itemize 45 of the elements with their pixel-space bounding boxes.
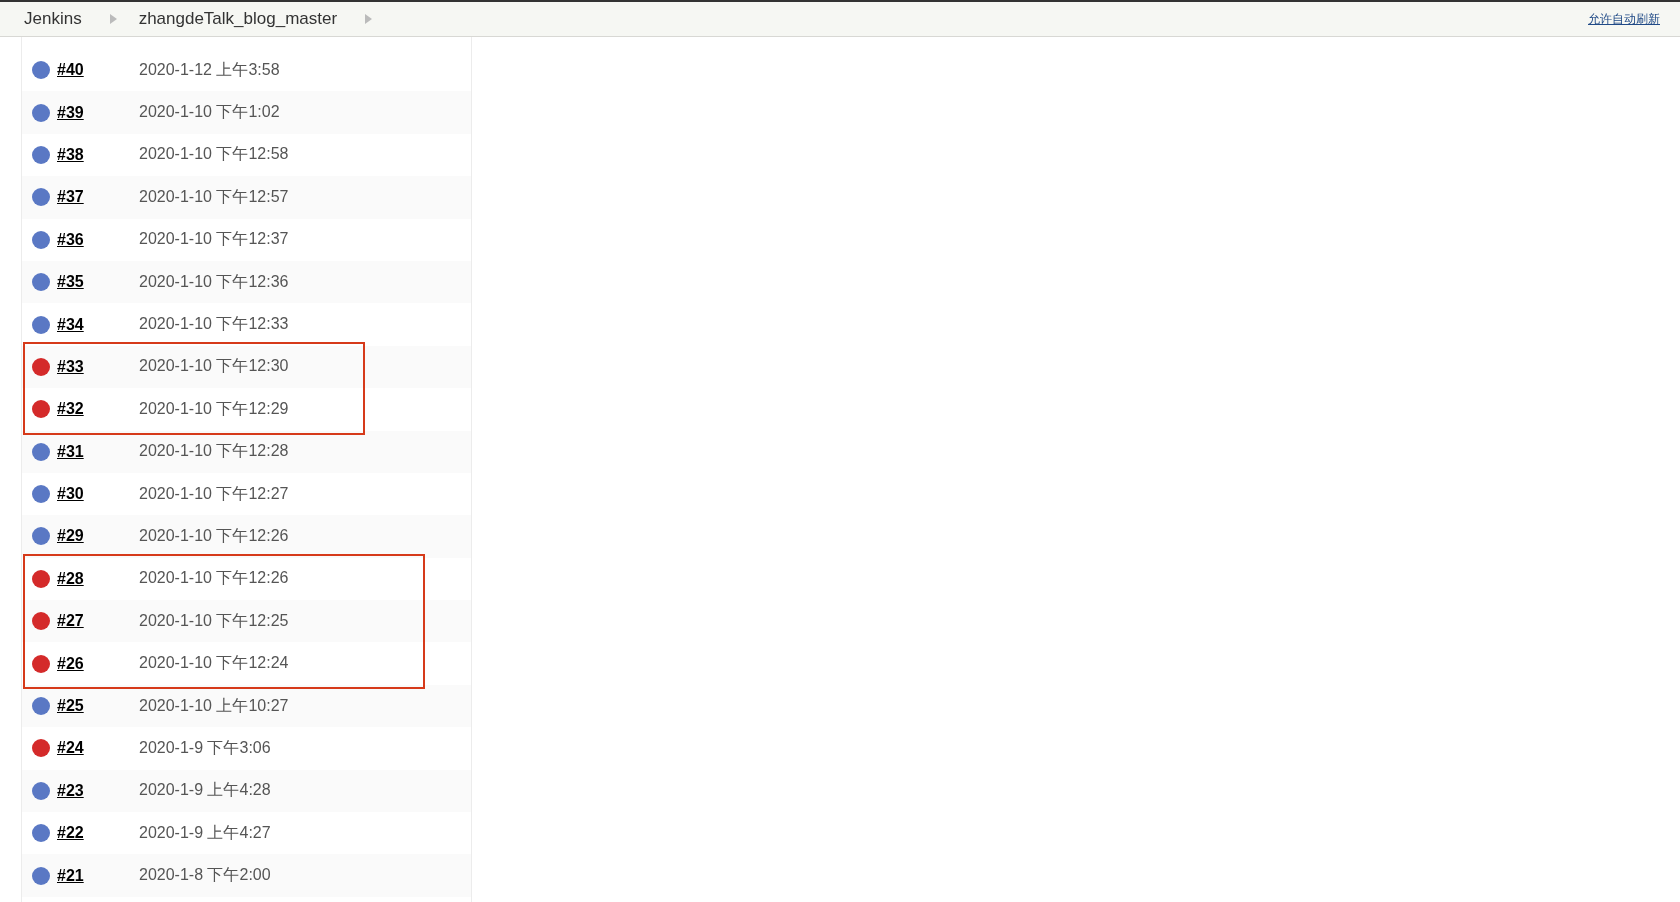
build-number-link[interactable]: #21 [57, 866, 139, 885]
build-time: 2020-1-10 下午12:26 [139, 568, 289, 589]
build-time: 2020-1-9 上午4:28 [139, 780, 271, 801]
caret-icon[interactable] [109, 14, 117, 24]
build-time: 2020-1-10 上午10:27 [139, 695, 289, 716]
build-number-link[interactable]: #27 [57, 612, 139, 631]
build-number-link[interactable]: #35 [57, 273, 139, 292]
build-number-link[interactable]: #36 [57, 230, 139, 249]
build-number-link[interactable]: #22 [57, 824, 139, 843]
build-number-link[interactable]: #32 [57, 400, 139, 419]
build-time: 2020-1-10 下午1:02 [139, 102, 280, 123]
build-time: 2020-1-10 下午12:29 [139, 398, 289, 419]
build-time: 2020-1-10 下午12:58 [139, 144, 289, 165]
build-time: 2020-1-10 下午12:27 [139, 483, 289, 504]
breadcrumb-link[interactable]: zhangdeTalk_blog_master [138, 9, 338, 29]
build-time: 2020-1-10 下午12:37 [139, 229, 289, 250]
build-number-link[interactable]: #23 [57, 781, 139, 800]
caret-icon[interactable] [365, 14, 373, 24]
build-number-link[interactable]: #29 [57, 527, 139, 546]
build-number-link[interactable]: #34 [57, 315, 139, 334]
breadcrumb-link[interactable]: Jenkins [24, 9, 82, 29]
build-time: 2020-1-12 上午3:58 [139, 59, 280, 80]
build-number-link[interactable]: #24 [57, 739, 139, 758]
auto-refresh-link[interactable]: 允许自动刷新 [1588, 10, 1660, 28]
build-time: 2020-1-10 下午12:30 [139, 356, 289, 377]
build-time: 2020-1-9 下午3:06 [139, 737, 271, 758]
build-number-link[interactable]: #39 [57, 103, 139, 122]
build-time: 2020-1-10 下午12:28 [139, 441, 289, 462]
build-number-link[interactable]: #37 [57, 188, 139, 207]
build-time: 2020-1-8 下午2:00 [139, 865, 271, 886]
build-time: 2020-1-10 下午12:24 [139, 653, 289, 674]
build-number-link[interactable]: #25 [57, 697, 139, 716]
build-number-link[interactable]: #30 [57, 485, 139, 504]
build-number-link[interactable]: #26 [57, 654, 139, 673]
build-time: 2020-1-10 下午12:36 [139, 271, 289, 292]
build-time: 2020-1-10 下午12:57 [139, 186, 289, 207]
build-number-link[interactable]: #31 [57, 442, 139, 461]
build-number-link[interactable]: #33 [57, 357, 139, 376]
build-time: 2020-1-10 下午12:25 [139, 610, 289, 631]
build-number-link[interactable]: #40 [57, 61, 139, 80]
build-number-link[interactable]: #28 [57, 569, 139, 588]
build-number-link[interactable]: #38 [57, 145, 139, 164]
build-time: 2020-1-10 下午12:33 [139, 314, 289, 335]
build-time: 2020-1-10 下午12:26 [139, 526, 289, 546]
build-time: 2020-1-9 上午4:27 [139, 822, 271, 843]
